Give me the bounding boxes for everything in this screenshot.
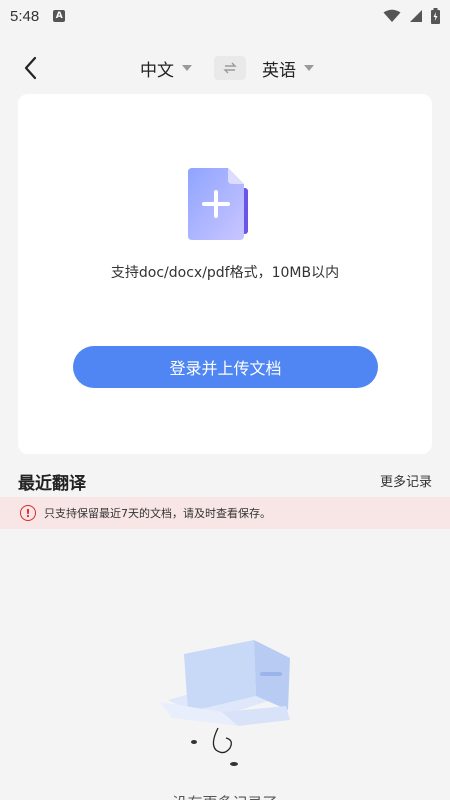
translate-document-screen: 5:48 A 中文 英语 支持doc/docx/pdf格式，10MB以内 登录并… [0,0,450,800]
notification-icon: A [53,10,66,22]
caret-down-icon [304,65,314,71]
status-bar: 5:48 A [0,0,450,32]
swap-languages-button[interactable] [214,56,246,80]
recent-translations-title: 最近翻译 [18,474,86,494]
login-upload-button[interactable]: 登录并上传文档 [73,346,378,388]
language-selector: 中文 英语 [140,54,314,82]
target-language-label: 英语 [262,60,296,81]
retention-notice-text: 只支持保留最近7天的文档，请及时查看保存。 [44,507,271,520]
warning-icon: ! [20,505,36,521]
wifi-icon [383,9,401,22]
back-button[interactable] [18,54,46,82]
header: 中文 英语 [0,46,450,90]
status-right [383,8,440,24]
empty-box-illustration [158,640,298,790]
upload-card: 支持doc/docx/pdf格式，10MB以内 登录并上传文档 [18,94,432,454]
status-left: 5:48 A [10,7,66,25]
caret-down-icon [182,65,192,71]
more-records-link[interactable]: 更多记录 [380,471,432,490]
source-language-dropdown[interactable]: 中文 [140,56,192,81]
upload-format-hint: 支持doc/docx/pdf格式，10MB以内 [110,265,340,281]
status-time: 5:48 [10,7,40,25]
source-language-label: 中文 [140,60,174,81]
retention-notice: ! 只支持保留最近7天的文档，请及时查看保存。 [0,497,450,529]
back-arrow-icon [24,56,37,80]
battery-icon [431,8,440,24]
swap-icon [223,62,237,74]
signal-icon [410,10,422,22]
add-document-icon[interactable] [184,168,264,244]
target-language-dropdown[interactable]: 英语 [262,56,314,81]
empty-state-text: 没有更多记录了 [0,792,450,800]
